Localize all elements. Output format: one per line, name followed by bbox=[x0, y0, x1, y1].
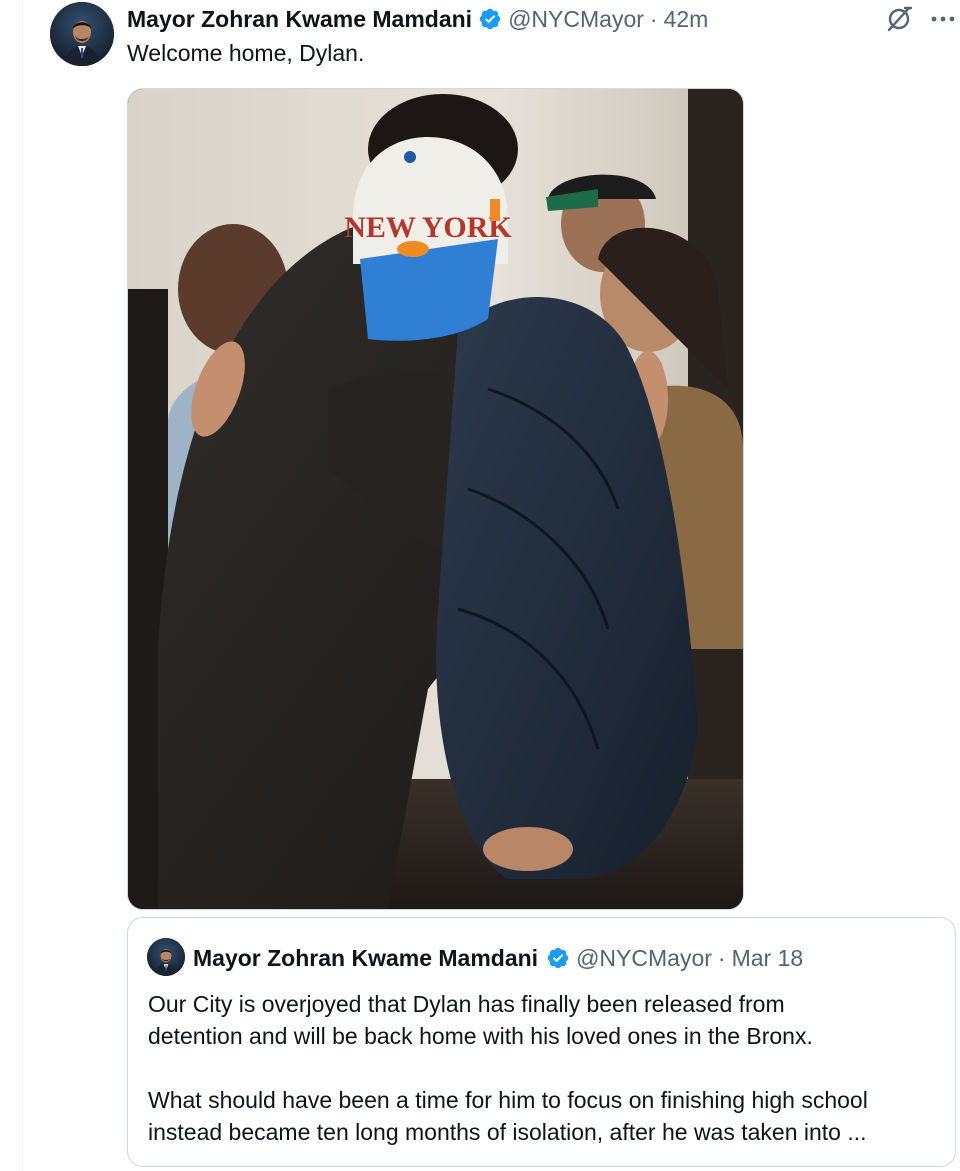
post-photo[interactable]: NEW YORK bbox=[127, 88, 744, 910]
post-header: Mayor Zohran Kwame Mamdani @NYCMayor · 4… bbox=[127, 4, 708, 34]
quoted-post[interactable]: Mayor Zohran Kwame Mamdani @NYCMayor · M… bbox=[127, 917, 956, 1167]
verified-badge-icon bbox=[478, 7, 502, 31]
quote-line-break bbox=[148, 1052, 948, 1084]
author-avatar[interactable] bbox=[50, 2, 114, 66]
grok-slash-icon[interactable] bbox=[884, 4, 914, 34]
post-text: Welcome home, Dylan. bbox=[127, 40, 365, 66]
author-name[interactable]: Mayor Zohran Kwame Mamdani bbox=[127, 6, 472, 33]
quote-line: What should have been a time for him to … bbox=[148, 1087, 868, 1113]
quote-timestamp[interactable]: Mar 18 bbox=[732, 945, 804, 972]
quote-line: instead became ten long months of isolat… bbox=[148, 1119, 867, 1145]
quote-avatar-image bbox=[147, 938, 185, 976]
separator-dot: · bbox=[649, 5, 658, 32]
quote-author-avatar[interactable] bbox=[147, 938, 185, 976]
more-horizontal-icon[interactable] bbox=[929, 6, 957, 32]
avatar-image bbox=[50, 2, 114, 66]
quote-author-handle[interactable]: @NYCMayor bbox=[576, 945, 712, 972]
cap-text: NEW YORK bbox=[344, 211, 512, 244]
quote-header: Mayor Zohran Kwame Mamdani @NYCMayor · M… bbox=[193, 943, 803, 973]
photo-image: NEW YORK bbox=[128, 89, 743, 909]
timeline-post: Mayor Zohran Kwame Mamdani @NYCMayor · 4… bbox=[0, 0, 960, 1171]
quote-line: Our City is overjoyed that Dylan has fin… bbox=[148, 991, 785, 1017]
post-timestamp[interactable]: 42m bbox=[664, 6, 709, 33]
author-handle[interactable]: @NYCMayor bbox=[508, 6, 644, 33]
quote-separator-dot: · bbox=[717, 944, 726, 971]
thread-divider bbox=[22, 0, 23, 1171]
quote-line: detention and will be back home with his… bbox=[148, 1023, 813, 1049]
quote-text: Our City is overjoyed that Dylan has fin… bbox=[148, 988, 948, 1148]
quote-verified-badge-icon bbox=[546, 946, 570, 970]
quote-author-name[interactable]: Mayor Zohran Kwame Mamdani bbox=[193, 945, 538, 972]
